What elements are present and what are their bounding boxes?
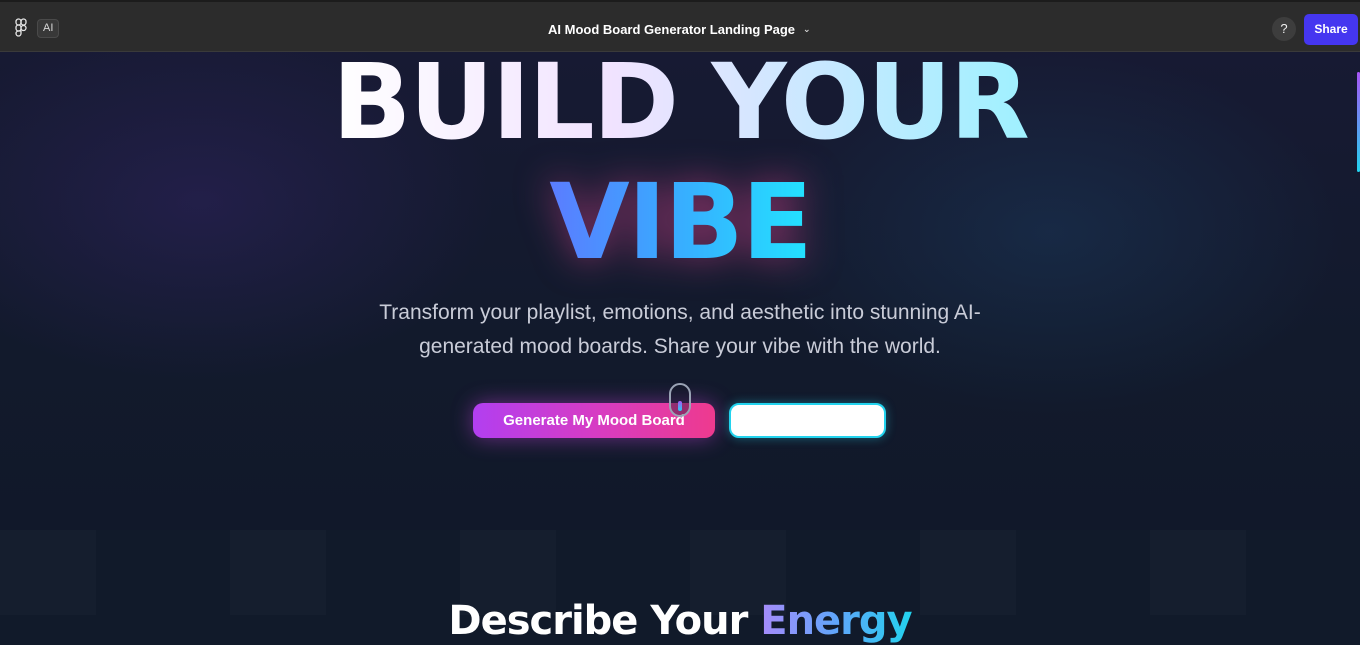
share-button[interactable]: Share — [1304, 14, 1358, 45]
hero-heading-line1: BUILD YOUR — [0, 50, 1360, 154]
file-title-menu[interactable]: AI Mood Board Generator Landing Page ⌄ — [548, 20, 811, 38]
chevron-down-icon: ⌄ — [803, 23, 811, 34]
figma-logo-icon[interactable] — [12, 18, 30, 38]
hero-subtitle: Transform your playlist, emotions, and a… — [379, 301, 981, 358]
hero-heading-text: BUILD YOUR — [332, 41, 1030, 163]
ai-badge[interactable]: AI — [37, 19, 60, 38]
hero-heading-line2: VIBE — [0, 170, 1360, 274]
secondary-cta-button[interactable] — [729, 403, 886, 438]
help-button[interactable]: ? — [1272, 17, 1296, 41]
hero-heading-accent: VIBE — [549, 161, 812, 283]
mouse-scroll-icon — [669, 383, 691, 417]
section-heading: Describe Your Energy — [0, 598, 1360, 644]
section-heading-text: Describe Your — [448, 598, 761, 644]
section-heading-accent: Energy — [760, 598, 912, 644]
file-title: AI Mood Board Generator Landing Page — [548, 21, 796, 37]
